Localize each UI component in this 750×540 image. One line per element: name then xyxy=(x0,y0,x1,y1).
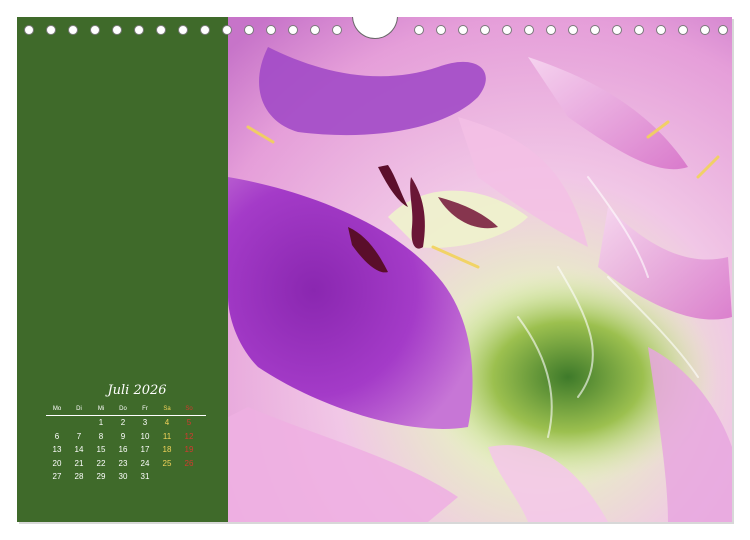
day-cell-saturday: 18 xyxy=(162,445,172,454)
binding-hole xyxy=(24,25,34,35)
binding-hole xyxy=(222,25,232,35)
day-cell: 6 xyxy=(54,431,60,441)
weekday-label: Mi xyxy=(97,406,105,412)
binding-hole xyxy=(634,25,644,35)
day-cell-saturday xyxy=(156,470,178,484)
week-row: 1 2 3 4 5 xyxy=(46,416,206,430)
day-cell-sunday: 19 xyxy=(184,445,194,454)
day-cell-sunday xyxy=(178,470,200,484)
day-cell-saturday: 4 xyxy=(164,418,170,427)
binding-hole xyxy=(458,25,468,35)
binding-hole xyxy=(288,25,298,35)
binding-hole xyxy=(310,25,320,35)
binding-hole xyxy=(332,25,342,35)
binding-hole xyxy=(266,25,276,35)
binding-hole xyxy=(480,25,490,35)
day-cell: 3 xyxy=(142,418,148,427)
flower-photo-image xyxy=(228,17,732,522)
binding-hole xyxy=(590,25,600,35)
week-row: 13 14 15 16 17 18 19 xyxy=(46,443,206,457)
weekday-label: Do xyxy=(119,406,127,412)
day-cell: 21 xyxy=(74,458,84,468)
binding-hole xyxy=(134,25,144,35)
spiral-binding xyxy=(17,17,732,45)
day-cell: 30 xyxy=(118,472,128,481)
month-title: Juli 2026 xyxy=(107,383,167,398)
weekday-header: Mo Di Mi Do Fr Sa So xyxy=(46,405,206,416)
day-cell: 14 xyxy=(74,445,84,454)
week-row: 20 21 22 23 24 25 26 xyxy=(46,457,206,471)
binding-hole xyxy=(46,25,56,35)
day-cell: 17 xyxy=(140,445,150,454)
weekday-label-sunday: So xyxy=(185,406,193,412)
day-cell-sunday: 12 xyxy=(184,431,194,441)
binding-hole xyxy=(656,25,666,35)
day-cell: 13 xyxy=(52,445,62,454)
calendar-page: Juli 2026 Mo Di Mi Do Fr Sa So 1 2 3 4 5… xyxy=(0,0,750,540)
day-cell xyxy=(68,416,90,430)
day-cell: 27 xyxy=(52,472,62,481)
weekday-label: Di xyxy=(76,406,82,412)
day-cell-saturday: 25 xyxy=(162,458,172,468)
binding-hole xyxy=(90,25,100,35)
hanger-cutout xyxy=(352,17,398,39)
day-cell: 31 xyxy=(140,472,150,481)
binding-hole xyxy=(678,25,688,35)
day-cell: 20 xyxy=(52,458,62,468)
day-cell: 22 xyxy=(96,458,106,468)
binding-hole xyxy=(612,25,622,35)
day-cell: 16 xyxy=(118,445,128,454)
binding-hole xyxy=(436,25,446,35)
day-cell: 24 xyxy=(140,458,150,468)
day-cell-saturday: 11 xyxy=(162,431,172,441)
day-cell: 2 xyxy=(120,418,126,427)
day-cell: 9 xyxy=(120,431,126,441)
binding-hole xyxy=(700,25,710,35)
week-row: 27 28 29 30 31 xyxy=(46,470,206,484)
weekday-label: Mo xyxy=(52,406,62,412)
day-cell: 8 xyxy=(98,431,104,441)
binding-hole xyxy=(502,25,512,35)
binding-hole xyxy=(546,25,556,35)
binding-hole xyxy=(156,25,166,35)
binding-hole xyxy=(200,25,210,35)
day-cell: 28 xyxy=(74,472,84,481)
month-calendar: Juli 2026 Mo Di Mi Do Fr Sa So 1 2 3 4 5… xyxy=(46,383,206,484)
binding-hole xyxy=(244,25,254,35)
weekday-label-saturday: Sa xyxy=(163,406,171,412)
day-cell: 23 xyxy=(118,458,128,468)
day-cell: 7 xyxy=(76,431,82,441)
binding-hole xyxy=(112,25,122,35)
week-row: 6 7 8 9 10 11 12 xyxy=(46,430,206,444)
weekday-label: Fr xyxy=(142,406,148,412)
day-cell-sunday: 5 xyxy=(186,418,192,427)
day-cell-sunday: 26 xyxy=(184,458,194,468)
day-cell: 15 xyxy=(96,445,106,454)
flower-photo xyxy=(228,17,732,522)
day-cell: 29 xyxy=(96,472,106,481)
binding-hole xyxy=(568,25,578,35)
calendar-sheet: Juli 2026 Mo Di Mi Do Fr Sa So 1 2 3 4 5… xyxy=(17,17,732,522)
binding-hole xyxy=(524,25,534,35)
binding-hole xyxy=(414,25,424,35)
day-cell: 10 xyxy=(140,431,150,441)
binding-hole xyxy=(68,25,78,35)
day-cell xyxy=(46,416,68,430)
binding-hole xyxy=(718,25,728,35)
binding-hole xyxy=(178,25,188,35)
day-cell: 1 xyxy=(98,418,104,427)
